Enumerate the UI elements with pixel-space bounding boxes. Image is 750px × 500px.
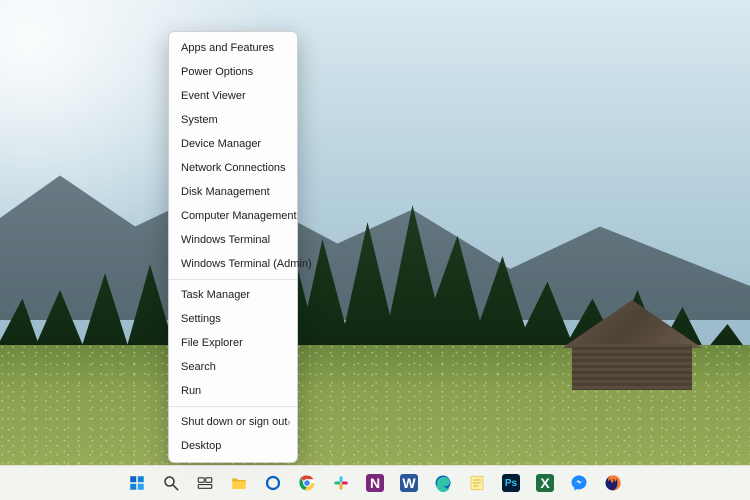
winx-item-shut-down-or-sign-out[interactable]: Shut down or sign out› [169,410,297,434]
taskbar-file-explorer-button[interactable] [226,470,252,496]
taskbar-task-view-button[interactable] [192,470,218,496]
firefox-icon [604,474,622,492]
search-icon [162,474,180,492]
taskbar-firefox-button[interactable] [600,470,626,496]
start-icon [128,474,146,492]
winx-item-label: Apps and Features [181,41,274,55]
taskbar-search-button[interactable] [158,470,184,496]
taskbar-cortana-button[interactable] [260,470,286,496]
taskbar-excel-button[interactable]: X [532,470,558,496]
winx-item-label: Desktop [181,439,221,453]
taskbar-edge-button[interactable] [430,470,456,496]
slack-icon [332,474,350,492]
chrome-icon [298,474,316,492]
winx-item-power-options[interactable]: Power Options [169,60,297,84]
taskbar-photoshop-button[interactable]: Ps [498,470,524,496]
winx-item-apps-and-features[interactable]: Apps and Features [169,36,297,60]
taskbar-chrome-button[interactable] [294,470,320,496]
winx-item-windows-terminal[interactable]: Windows Terminal [169,228,297,252]
winx-item-label: System [181,113,218,127]
winx-item-label: Computer Management [181,209,297,223]
taskbar-messenger-button[interactable] [566,470,592,496]
winx-item-event-viewer[interactable]: Event Viewer [169,84,297,108]
winx-item-label: Disk Management [181,185,270,199]
chevron-right-icon: › [287,415,290,429]
winx-item-label: Shut down or sign out [181,415,287,429]
winx-item-label: Device Manager [181,137,261,151]
taskbar: NW Ps X [0,465,750,500]
desktop-wallpaper [0,0,750,500]
winx-item-windows-terminal-admin[interactable]: Windows Terminal (Admin) [169,252,297,276]
notes-icon [468,474,486,492]
winx-item-label: Task Manager [181,288,250,302]
excel-icon: X [536,474,554,492]
winx-item-task-manager[interactable]: Task Manager [169,283,297,307]
messenger-icon [570,474,588,492]
file-explorer-icon [230,474,248,492]
word-icon: W [400,474,418,492]
winx-item-device-manager[interactable]: Device Manager [169,132,297,156]
edge-icon [434,474,452,492]
taskbar-start-button[interactable] [124,470,150,496]
winx-item-run[interactable]: Run [169,379,297,403]
taskbar-onenote-button[interactable]: N [362,470,388,496]
winx-item-label: File Explorer [181,336,243,350]
taskbar-slack-button[interactable] [328,470,354,496]
winx-item-label: Windows Terminal (Admin) [181,257,312,271]
winx-item-label: Event Viewer [181,89,246,103]
winx-item-label: Windows Terminal [181,233,270,247]
winx-item-label: Power Options [181,65,253,79]
winx-item-network-connections[interactable]: Network Connections [169,156,297,180]
winx-item-computer-management[interactable]: Computer Management [169,204,297,228]
task-view-icon [196,474,214,492]
winx-item-disk-management[interactable]: Disk Management [169,180,297,204]
winx-item-label: Run [181,384,201,398]
winx-item-search[interactable]: Search [169,355,297,379]
winx-item-file-explorer[interactable]: File Explorer [169,331,297,355]
winx-item-label: Search [181,360,216,374]
winx-item-label: Settings [181,312,221,326]
cortana-icon [264,474,282,492]
taskbar-word-button[interactable]: W [396,470,422,496]
winx-item-desktop[interactable]: Desktop [169,434,297,458]
photoshop-icon: Ps [502,474,520,492]
winx-item-label: Network Connections [181,161,286,175]
winx-item-settings[interactable]: Settings [169,307,297,331]
winx-context-menu: Apps and Features Power Options Event View… [168,31,298,463]
onenote-icon: N [366,474,384,492]
taskbar-notes-button[interactable] [464,470,490,496]
winx-item-system[interactable]: System [169,108,297,132]
